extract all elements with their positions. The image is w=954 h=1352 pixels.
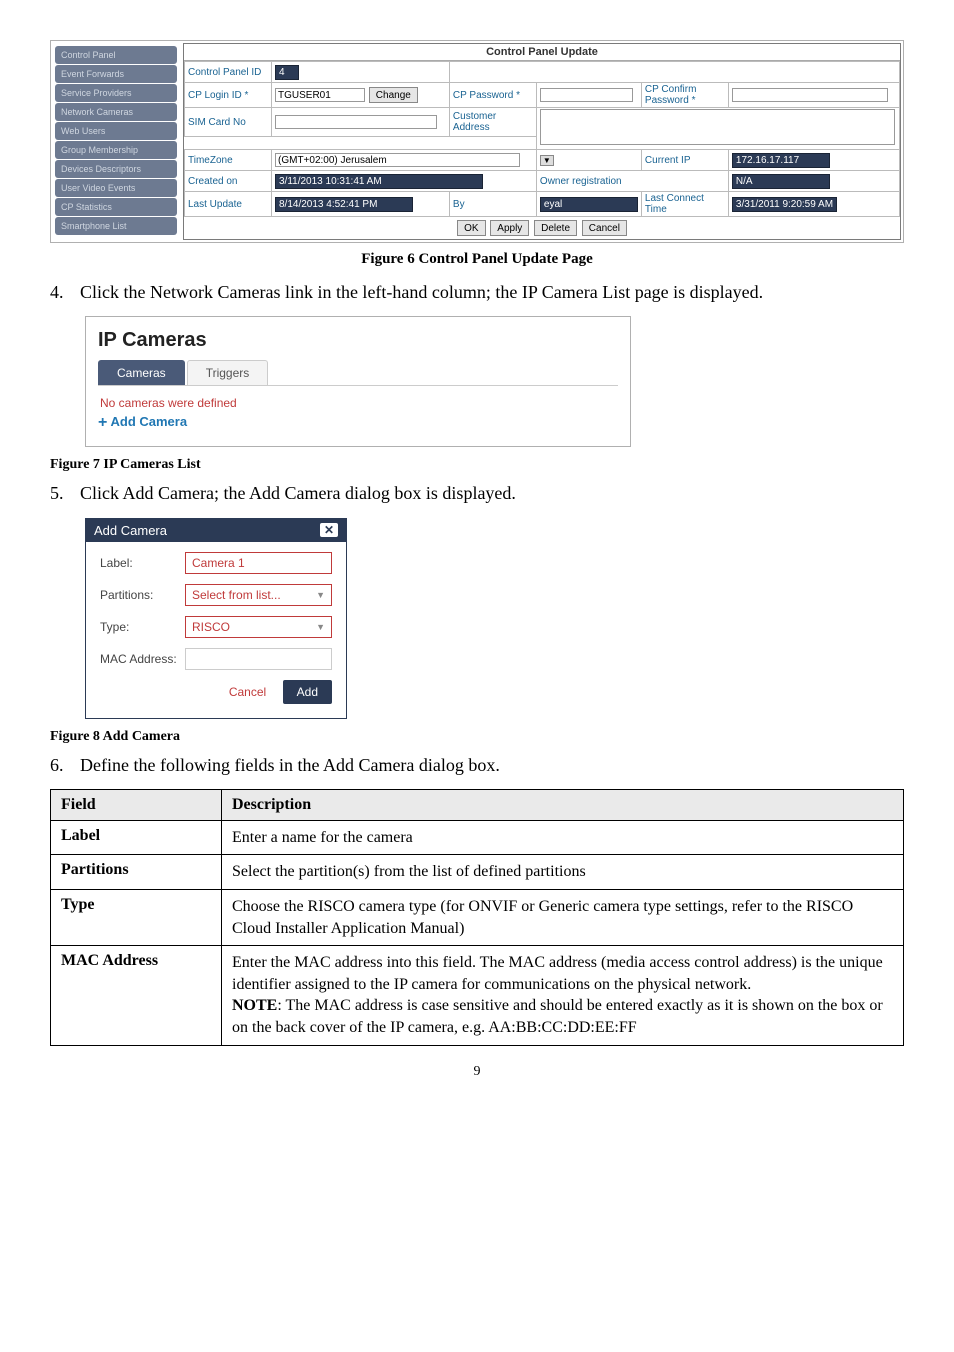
chevron-down-icon: ▼ <box>316 622 325 632</box>
field-label: CP Login ID * <box>185 83 272 108</box>
cp-login-input[interactable] <box>275 88 365 102</box>
partitions-select[interactable]: Select from list...▼ <box>185 584 332 606</box>
change-button[interactable]: Change <box>369 87 418 103</box>
th-field: Field <box>51 789 222 820</box>
by-value: eyal <box>540 197 638 212</box>
delete-button[interactable]: Delete <box>534 220 577 236</box>
mac-label: MAC Address: <box>100 652 185 666</box>
control-panel-id-value: 4 <box>275 65 299 80</box>
sidebar-item[interactable]: Devices Descriptors <box>55 160 177 178</box>
dialog-title: Add Camera <box>94 523 167 538</box>
sidebar-item[interactable]: Service Providers <box>55 84 177 102</box>
current-ip-value: 172.16.17.117 <box>732 153 830 168</box>
tab-cameras[interactable]: Cameras <box>98 360 185 385</box>
field-label: Created on <box>185 171 272 192</box>
sidebar-item[interactable]: CP Statistics <box>55 198 177 216</box>
no-cameras-text: No cameras were defined <box>100 396 616 410</box>
field-label: SIM Card No <box>185 108 272 137</box>
field-label: Control Panel ID <box>185 62 272 83</box>
field-label: Current IP <box>641 150 728 171</box>
table-cell: Partitions <box>51 855 222 890</box>
field-label: CP Password * <box>449 83 536 108</box>
sidebar-item[interactable]: Network Cameras <box>55 103 177 121</box>
type-label: Type: <box>100 620 185 634</box>
cpu-form-table: Control Panel ID 4 CP Login ID * Change … <box>184 61 900 217</box>
table-cell: Type <box>51 890 222 946</box>
chevron-down-icon: ▼ <box>316 590 325 600</box>
apply-button[interactable]: Apply <box>490 220 529 236</box>
sidebar-item[interactable]: Event Forwards <box>55 65 177 83</box>
cpu-title: Control Panel Update <box>184 44 900 61</box>
tab-triggers[interactable]: Triggers <box>187 360 269 385</box>
ok-button[interactable]: OK <box>457 220 485 236</box>
step-text: Define the following fields in the Add C… <box>80 753 904 777</box>
field-label: CP Confirm Password * <box>641 83 728 108</box>
table-cell: Choose the RISCO camera type (for ONVIF … <box>222 890 904 946</box>
th-desc: Description <box>222 789 904 820</box>
last-update-value: 8/14/2013 4:52:41 PM <box>275 197 413 212</box>
control-panel-update-screenshot: Control Panel Event Forwards Service Pro… <box>50 40 904 243</box>
cancel-button[interactable]: Cancel <box>582 220 627 236</box>
field-label: Customer Address <box>449 108 536 137</box>
field-label: TimeZone <box>185 150 272 171</box>
table-cell: Enter a name for the camera <box>222 820 904 855</box>
customer-address-input[interactable] <box>540 109 895 145</box>
cp-password-input[interactable] <box>540 88 633 102</box>
plus-icon: + <box>98 414 107 431</box>
label-input[interactable]: Camera 1 <box>185 552 332 574</box>
page-number: 9 <box>50 1064 904 1080</box>
na-value: N/A <box>732 174 830 189</box>
cpu-sidebar: Control Panel Event Forwards Service Pro… <box>51 41 181 242</box>
add-camera-dialog: Add Camera ✕ Label: Camera 1 Partitions:… <box>85 518 347 719</box>
figure7-caption: Figure 7 IP Cameras List <box>50 457 904 473</box>
field-label: Last Connect Time <box>641 192 728 217</box>
label-label: Label: <box>100 556 185 570</box>
figure6-caption: Figure 6 Control Panel Update Page <box>50 251 904 268</box>
mac-input[interactable] <box>185 648 332 670</box>
step-number: 4. <box>50 280 80 304</box>
table-cell: MAC Address <box>51 946 222 1045</box>
step-number: 6. <box>50 753 80 777</box>
step-number: 5. <box>50 481 80 505</box>
step-text: Click the Network Cameras link in the le… <box>80 280 904 304</box>
sidebar-item[interactable]: Web Users <box>55 122 177 140</box>
last-connect-value: 3/31/2011 9:20:59 AM <box>732 197 837 212</box>
sidebar-item[interactable]: User Video Events <box>55 179 177 197</box>
fields-table: Field Description Label Enter a name for… <box>50 789 904 1046</box>
field-label: By <box>449 192 536 217</box>
ipc-title: IP Cameras <box>98 329 618 352</box>
partitions-label: Partitions: <box>100 588 185 602</box>
type-select[interactable]: RISCO▼ <box>185 616 332 638</box>
sidebar-item[interactable]: Control Panel <box>55 46 177 64</box>
ip-cameras-screenshot: IP Cameras Cameras Triggers No cameras w… <box>85 316 631 447</box>
dropdown-icon[interactable]: ▼ <box>540 155 554 166</box>
table-cell: Select the partition(s) from the list of… <box>222 855 904 890</box>
timezone-input[interactable] <box>275 153 520 167</box>
step-text: Click Add Camera; the Add Camera dialog … <box>80 481 904 505</box>
sidebar-item[interactable]: Smartphone List <box>55 217 177 235</box>
close-icon[interactable]: ✕ <box>320 523 338 537</box>
sidebar-item[interactable]: Group Membership <box>55 141 177 159</box>
add-camera-link[interactable]: + Add Camera <box>98 414 618 432</box>
add-button[interactable]: Add <box>283 680 332 704</box>
figure8-caption: Figure 8 Add Camera <box>50 729 904 745</box>
cp-confirm-input[interactable] <box>732 88 888 102</box>
table-cell: Label <box>51 820 222 855</box>
field-label: Owner registration <box>536 171 728 192</box>
field-label: Last Update <box>185 192 272 217</box>
cancel-button[interactable]: Cancel <box>223 684 272 700</box>
sim-input[interactable] <box>275 115 437 129</box>
table-cell: Enter the MAC address into this field. T… <box>222 946 904 1045</box>
created-on-value: 3/11/2013 10:31:41 AM <box>275 174 483 189</box>
